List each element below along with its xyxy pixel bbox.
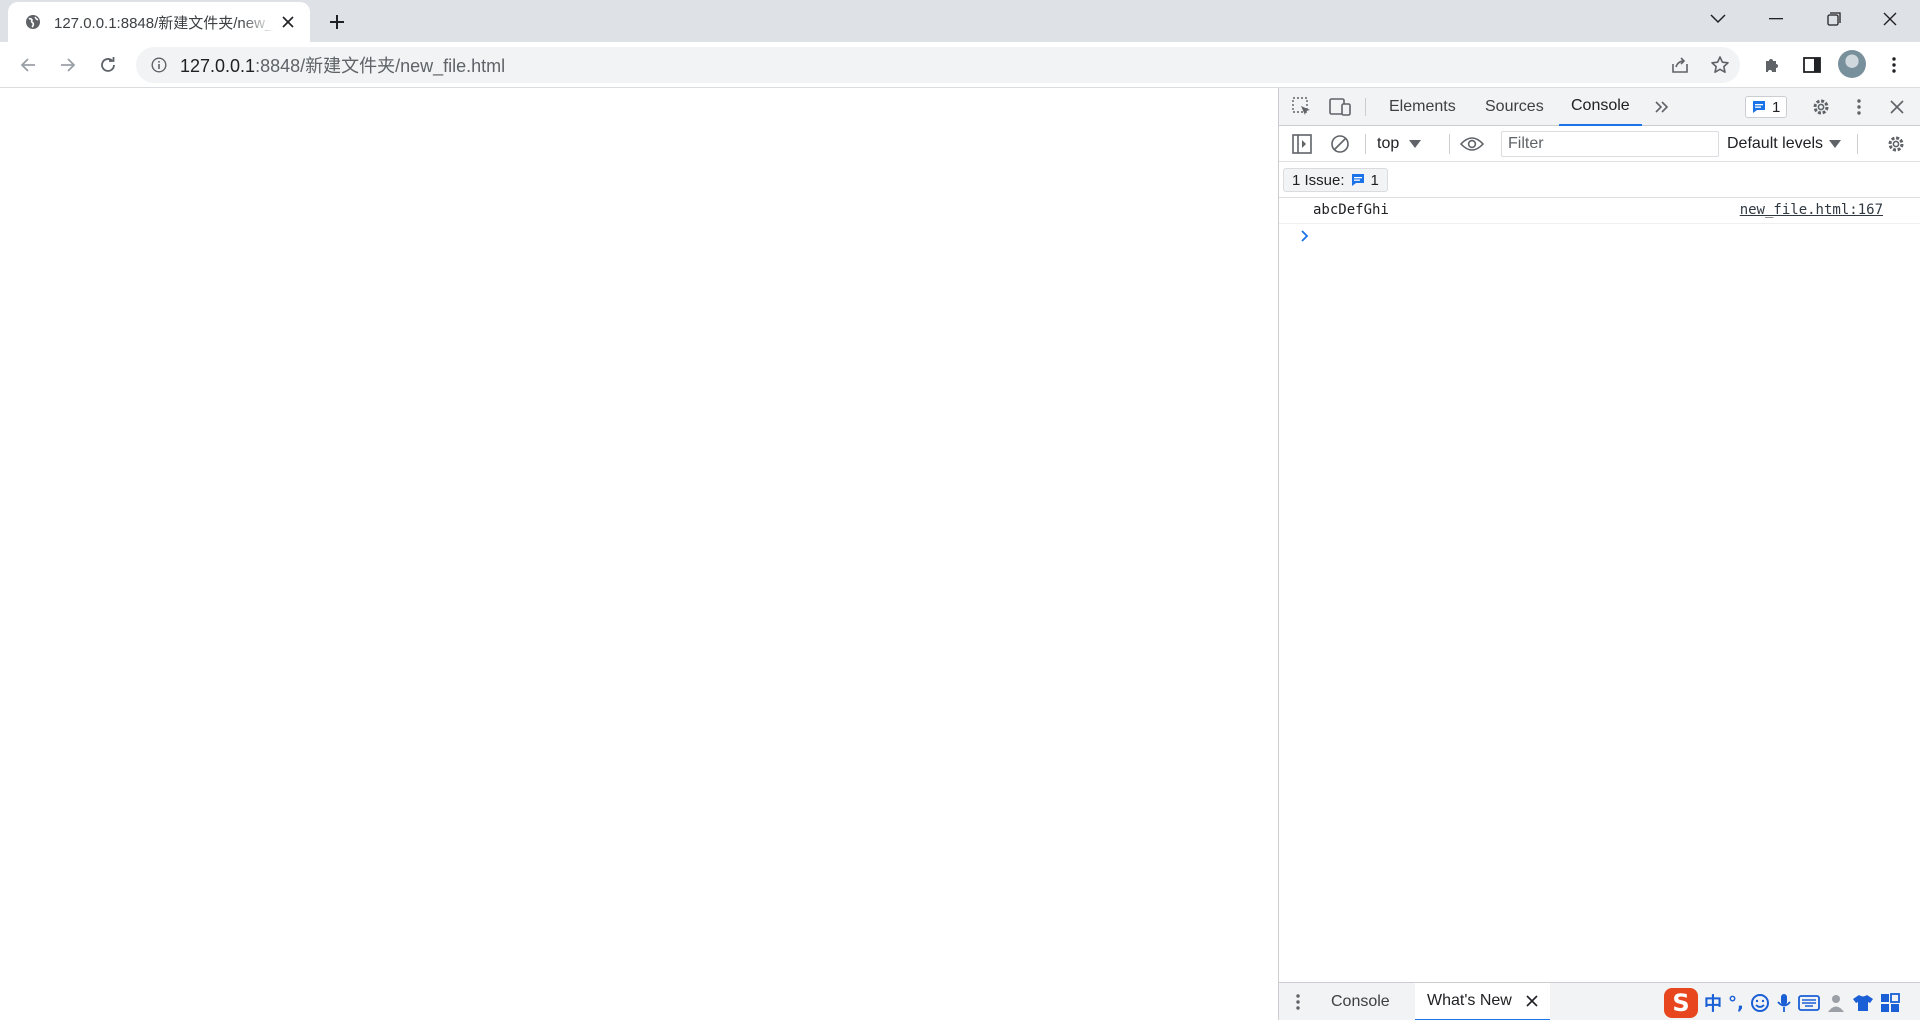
toolbar-divider xyxy=(1365,98,1366,116)
log-levels-value: Default levels xyxy=(1727,135,1824,152)
dropdown-triangle-icon xyxy=(1829,140,1842,148)
back-arrow-icon[interactable] xyxy=(14,51,42,79)
url-text[interactable]: 127.0.0.1:8848/新建文件夹/new_file.html xyxy=(180,52,505,78)
close-devtools-icon[interactable] xyxy=(1884,94,1910,120)
tab-elements[interactable]: Elements xyxy=(1389,88,1456,126)
ime-toolbar: S 中 °, xyxy=(1662,986,1920,1020)
devtools-menu-icon[interactable] xyxy=(1846,94,1872,120)
close-window-icon[interactable] xyxy=(1862,0,1918,38)
url-path: :8848/新建文件夹/new_file.html xyxy=(255,56,506,76)
kebab-menu-icon[interactable] xyxy=(1880,51,1908,79)
console-toolbar: top Default levels xyxy=(1279,126,1920,162)
side-panel-icon[interactable] xyxy=(1798,51,1826,79)
new-tab-icon[interactable] xyxy=(325,10,349,34)
devtools-settings-gear-icon[interactable] xyxy=(1808,94,1834,120)
console-message-source-link[interactable]: new_file.html:167 xyxy=(1740,202,1883,218)
message-icon xyxy=(1351,174,1364,186)
page-viewport[interactable] xyxy=(0,88,1278,1020)
issues-button[interactable]: 1 Issue: 1 xyxy=(1283,168,1388,192)
close-drawer-tab-icon[interactable] xyxy=(1526,995,1538,1007)
context-select-value: top xyxy=(1377,135,1400,152)
bookmark-star-icon[interactable] xyxy=(1706,51,1734,79)
tab-title: 127.0.0.1:8848/新建文件夹/new_file.html xyxy=(54,14,274,32)
close-tab-icon[interactable] xyxy=(278,12,298,32)
toolbar-divider xyxy=(1449,134,1450,154)
share-icon[interactable] xyxy=(1666,51,1694,79)
toolbar-divider xyxy=(1365,134,1366,154)
keyboard-icon[interactable] xyxy=(1797,995,1820,1011)
devtools-tab-bar: Elements Sources Console 1 xyxy=(1279,88,1920,126)
clear-console-icon[interactable] xyxy=(1327,131,1353,157)
issues-counter-value: 1 xyxy=(1772,98,1781,116)
globe-icon xyxy=(24,13,42,31)
toolbar-divider xyxy=(1857,134,1858,154)
context-select[interactable]: top xyxy=(1377,132,1422,156)
reload-icon[interactable] xyxy=(94,51,122,79)
user-account-icon[interactable] xyxy=(1826,993,1846,1013)
console-filter-input[interactable] xyxy=(1501,131,1719,157)
issues-counter-badge[interactable]: 1 xyxy=(1745,96,1788,118)
console-message: abcDefGhi new_file.html:167 xyxy=(1279,198,1920,224)
sogou-logo-icon[interactable]: S xyxy=(1664,988,1698,1018)
site-info-icon[interactable] xyxy=(150,56,168,74)
sidebar-toggle-icon[interactable] xyxy=(1289,131,1315,157)
issues-label: 1 Issue: xyxy=(1292,171,1345,189)
browser-tab[interactable]: 127.0.0.1:8848/新建文件夹/new_file.html xyxy=(8,2,310,42)
live-expression-eye-icon[interactable] xyxy=(1459,131,1485,157)
issues-count: 1 xyxy=(1370,171,1379,189)
drawer-menu-icon[interactable] xyxy=(1285,989,1311,1015)
console-settings-gear-icon[interactable] xyxy=(1883,131,1909,157)
drawer-tab-whats-new[interactable]: What's New xyxy=(1415,983,1550,1020)
dropdown-triangle-icon xyxy=(1409,140,1422,148)
console-message-text[interactable]: abcDefGhi xyxy=(1313,202,1389,218)
device-toggle-icon[interactable] xyxy=(1327,94,1353,120)
forward-arrow-icon[interactable] xyxy=(54,51,82,79)
drawer-tab-whats-new-label: What's New xyxy=(1427,992,1512,1009)
microphone-icon[interactable] xyxy=(1776,993,1792,1013)
console-prompt-chevron-icon[interactable] xyxy=(1297,228,1313,244)
devtools-panel: Elements Sources Console 1 top Filter De… xyxy=(1278,88,1920,1020)
message-icon xyxy=(1753,101,1765,113)
skin-shirt-icon[interactable] xyxy=(1852,994,1874,1012)
emoji-smiley-icon[interactable] xyxy=(1750,993,1770,1013)
tab-console[interactable]: Console xyxy=(1559,88,1642,126)
inspect-element-icon[interactable] xyxy=(1289,94,1315,120)
ime-punctuation[interactable]: °, xyxy=(1728,993,1744,1014)
browser-toolbar: 127.0.0.1:8848/新建文件夹/new_file.html xyxy=(0,42,1920,88)
minimize-icon[interactable] xyxy=(1748,0,1804,38)
address-bar[interactable]: 127.0.0.1:8848/新建文件夹/new_file.html xyxy=(136,47,1740,83)
log-levels-select[interactable]: Default levels xyxy=(1727,132,1842,156)
tab-sources[interactable]: Sources xyxy=(1485,88,1544,126)
url-host: 127.0.0.1 xyxy=(180,56,256,76)
tab-search-icon[interactable] xyxy=(1690,0,1746,38)
drawer-tab-console[interactable]: Console xyxy=(1331,983,1390,1020)
ime-chinese-mode[interactable]: 中 xyxy=(1704,990,1722,1016)
extensions-puzzle-icon[interactable] xyxy=(1758,51,1786,79)
more-tabs-chevron-icon[interactable] xyxy=(1649,94,1675,120)
restore-icon[interactable] xyxy=(1806,0,1862,38)
issues-bar: 1 Issue: 1 xyxy=(1279,162,1920,198)
profile-avatar[interactable] xyxy=(1838,50,1866,78)
toolbox-grid-icon[interactable] xyxy=(1880,993,1900,1013)
tab-strip: 127.0.0.1:8848/新建文件夹/new_file.html xyxy=(0,0,1920,42)
